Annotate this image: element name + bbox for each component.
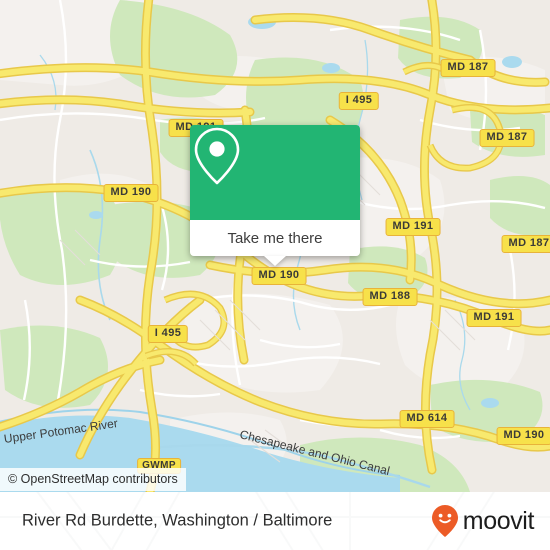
take-me-there-popup[interactable]: Take me there	[190, 125, 360, 266]
popup-action-label-wrap[interactable]: Take me there	[190, 220, 360, 256]
road-shield: MD 187	[479, 129, 535, 147]
road-shield: MD 188	[362, 288, 418, 306]
map-pin-icon	[194, 127, 240, 185]
page-title: River Rd Burdette, Washington / Baltimor…	[22, 511, 333, 530]
road-shield: MD 190	[251, 267, 307, 285]
popup-action-label: Take me there	[227, 229, 323, 247]
popup-pointer-tail	[264, 256, 286, 266]
moovit-wordmark: moovit	[462, 506, 535, 535]
road-shield: I 495	[147, 325, 189, 343]
road-shield: MD 191	[385, 218, 441, 236]
osm-attribution-text: © OpenStreetMap contributors	[8, 472, 178, 486]
map-canvas[interactable]: MD 187 I 495 MD 187 MD 190 MD 191 MD 191…	[0, 0, 550, 492]
road-shield: MD 187	[501, 235, 550, 253]
footer-bar: River Rd Burdette, Washington / Baltimor…	[0, 492, 550, 550]
moovit-brand[interactable]: moovit	[430, 504, 534, 538]
road-shield: MD 614	[399, 410, 455, 428]
moovit-pin-logo-icon	[431, 505, 458, 537]
osm-attribution[interactable]: © OpenStreetMap contributors	[0, 468, 186, 491]
road-shield: I 495	[338, 92, 380, 110]
road-shield: MD 187	[440, 59, 496, 77]
road-shield: MD 190	[496, 427, 550, 445]
road-shield: MD 191	[466, 309, 522, 327]
road-shield: MD 190	[103, 184, 159, 202]
moovit-map-screenshot: MD 187 I 495 MD 187 MD 190 MD 191 MD 191…	[0, 0, 550, 550]
popup-body	[190, 125, 360, 220]
